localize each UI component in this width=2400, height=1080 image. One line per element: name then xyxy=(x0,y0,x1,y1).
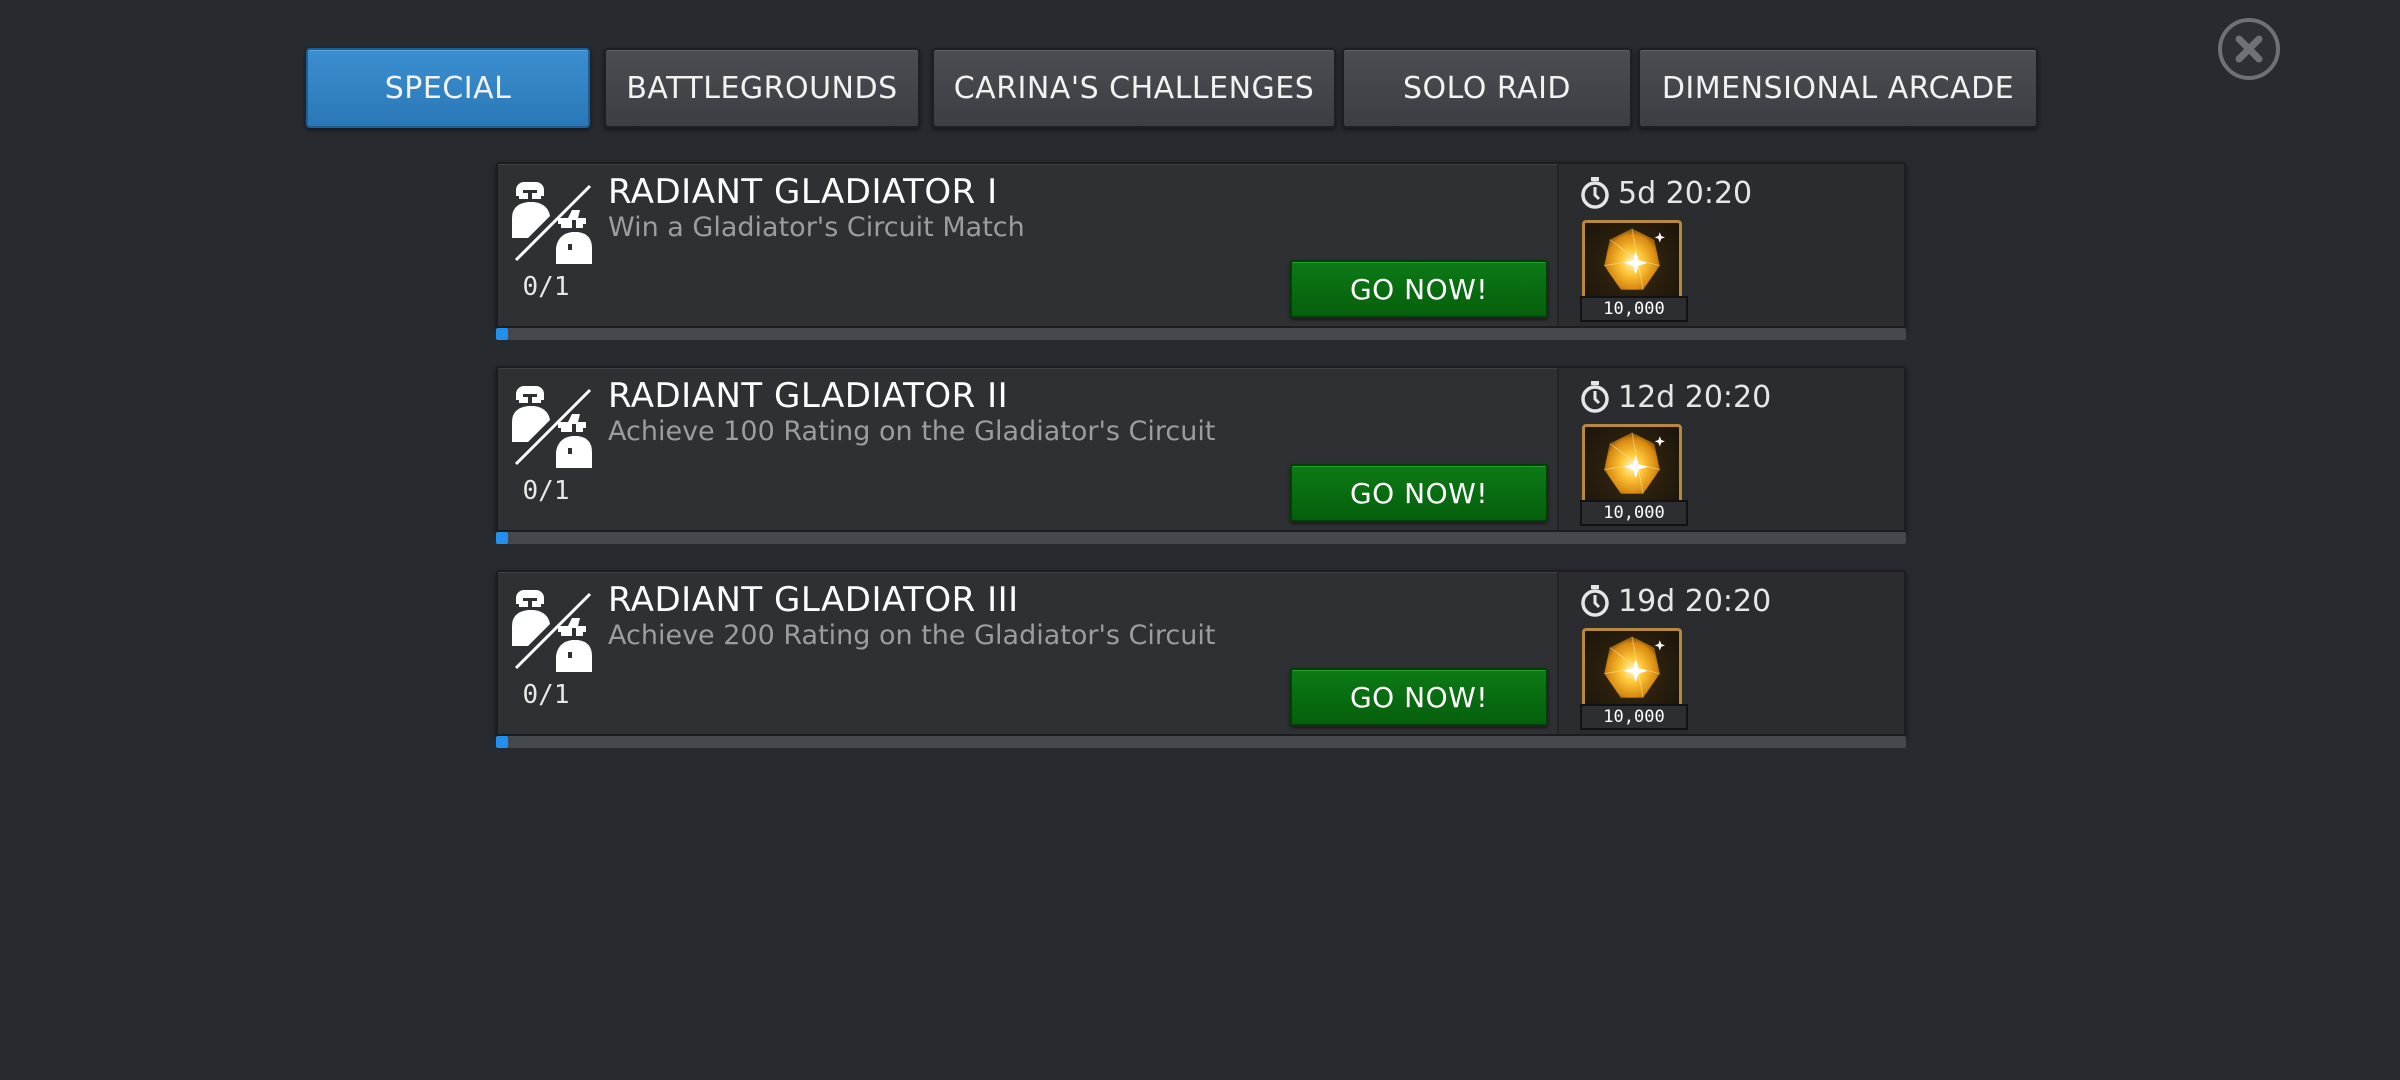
tab-solo-raid[interactable]: SOLO RAID xyxy=(1342,48,1632,128)
quest-progress-bar xyxy=(496,328,1906,340)
reward-item[interactable]: 10,000 xyxy=(1580,628,1688,730)
timer-text: 12d 20:20 xyxy=(1618,379,1772,415)
quest-description: Win a Gladiator's Circuit Match xyxy=(608,212,1025,243)
stopwatch-icon xyxy=(1581,381,1609,413)
tab-special[interactable]: SPECIAL xyxy=(306,48,590,128)
quest-progress-fill xyxy=(496,328,508,340)
reward-quantity: 10,000 xyxy=(1580,704,1688,730)
quest-card: 0/1 RADIANT GLADIATOR III Achieve 200 Ra… xyxy=(496,570,1906,752)
gladiator-versus-icon xyxy=(512,386,592,468)
tab-battlegrounds[interactable]: BATTLEGROUNDS xyxy=(604,48,920,128)
reward-item[interactable]: 10,000 xyxy=(1580,424,1688,526)
quest-timer: 19d 20:20 xyxy=(1580,582,1771,620)
quest-progress-count: 0/1 xyxy=(522,272,570,302)
reward-quantity: 10,000 xyxy=(1580,296,1688,322)
reward-tile xyxy=(1582,424,1682,506)
gold-crystal-icon xyxy=(1604,432,1665,494)
gladiator-versus-icon xyxy=(512,182,592,264)
go-now-button[interactable]: GO NOW! xyxy=(1290,464,1548,522)
quest-progress-bar xyxy=(496,736,1906,748)
go-now-button[interactable]: GO NOW! xyxy=(1290,260,1548,318)
reward-tile xyxy=(1582,628,1682,710)
quest-timer: 5d 20:20 xyxy=(1580,174,1752,212)
quest-progress-fill xyxy=(496,736,508,748)
quest-title: RADIANT GLADIATOR II xyxy=(608,376,1009,416)
reward-tile xyxy=(1582,220,1682,302)
quest-card-body: 0/1 RADIANT GLADIATOR II Achieve 100 Rat… xyxy=(496,366,1906,532)
reward-item[interactable]: 10,000 xyxy=(1580,220,1688,322)
quest-card: 0/1 RADIANT GLADIATOR II Achieve 100 Rat… xyxy=(496,366,1906,548)
close-x-icon xyxy=(2235,35,2263,63)
quest-progress-bar xyxy=(496,532,1906,544)
quest-progress-count: 0/1 xyxy=(522,476,570,506)
timer-text: 5d 20:20 xyxy=(1618,175,1753,211)
quest-progress-fill xyxy=(496,532,508,544)
quest-description: Achieve 100 Rating on the Gladiator's Ci… xyxy=(608,416,1216,447)
reward-quantity: 10,000 xyxy=(1580,500,1688,526)
quest-card-body: 0/1 RADIANT GLADIATOR III Achieve 200 Ra… xyxy=(496,570,1906,736)
gold-crystal-icon xyxy=(1604,636,1665,698)
quest-progress-count: 0/1 xyxy=(522,680,570,710)
gladiator-versus-icon xyxy=(512,590,592,672)
stopwatch-icon xyxy=(1581,177,1609,209)
quest-card-body: 0/1 RADIANT GLADIATOR I Win a Gladiator'… xyxy=(496,162,1906,328)
quest-card: 0/1 RADIANT GLADIATOR I Win a Gladiator'… xyxy=(496,162,1906,344)
tab-carinas-challenges[interactable]: CARINA'S CHALLENGES xyxy=(932,48,1336,128)
quest-description: Achieve 200 Rating on the Gladiator's Ci… xyxy=(608,620,1216,651)
timer-text: 19d 20:20 xyxy=(1618,583,1772,619)
quest-title: RADIANT GLADIATOR III xyxy=(608,580,1019,620)
go-now-button[interactable]: GO NOW! xyxy=(1290,668,1548,726)
stopwatch-icon xyxy=(1581,585,1609,617)
quest-timer: 12d 20:20 xyxy=(1580,378,1771,416)
gold-crystal-icon xyxy=(1604,228,1665,290)
quest-title: RADIANT GLADIATOR I xyxy=(608,172,998,212)
close-button[interactable] xyxy=(2218,18,2280,80)
tab-dimensional-arcade[interactable]: DIMENSIONAL ARCADE xyxy=(1638,48,2038,128)
